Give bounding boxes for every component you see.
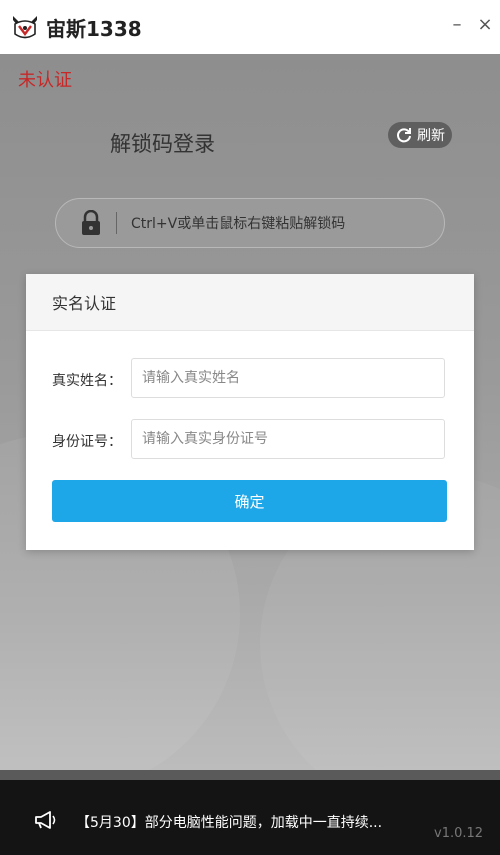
footer: 【5月30】部分电脑性能问题，加载中一直持续... v1.0.12: [0, 770, 500, 855]
confirm-button[interactable]: 确定: [52, 480, 447, 522]
title-bar: 宙斯1338 – ×: [0, 0, 500, 54]
main-panel: 未认证 解锁码登录 刷新 Ctrl+V或单击鼠标右键粘贴解锁码 实名认证 真实姓…: [0, 54, 500, 770]
id-number-input[interactable]: [131, 419, 445, 459]
name-row: 真实姓名：: [26, 358, 474, 400]
name-input[interactable]: [131, 358, 445, 398]
close-button[interactable]: ×: [470, 10, 500, 40]
minimize-button[interactable]: –: [442, 10, 472, 40]
announcement-text[interactable]: 【5月30】部分电脑性能问题，加载中一直持续...: [76, 812, 421, 832]
realname-dialog: 实名认证 真实姓名： 身份证号： 确定: [26, 274, 474, 550]
app-title: 宙斯1338: [46, 17, 142, 41]
refresh-icon: [397, 128, 411, 143]
app-logo-icon: [13, 16, 37, 39]
auth-status: 未认证: [18, 70, 72, 91]
name-label: 真实姓名：: [52, 373, 122, 389]
id-label: 身份证号：: [52, 434, 122, 450]
version-label: v1.0.12: [434, 826, 484, 841]
refresh-label: 刷新: [417, 128, 445, 144]
footer-divider: [0, 770, 500, 780]
dialog-title: 实名认证: [26, 274, 474, 331]
lock-icon: [82, 210, 100, 235]
unlock-code-placeholder: Ctrl+V或单击鼠标右键粘贴解锁码: [131, 216, 346, 232]
id-row: 身份证号：: [26, 419, 474, 461]
unlock-title: 解锁码登录: [110, 132, 215, 156]
unlock-code-input[interactable]: Ctrl+V或单击鼠标右键粘贴解锁码: [55, 198, 445, 248]
megaphone-icon: [35, 811, 56, 829]
divider: [116, 212, 117, 234]
refresh-button[interactable]: 刷新: [388, 122, 452, 148]
